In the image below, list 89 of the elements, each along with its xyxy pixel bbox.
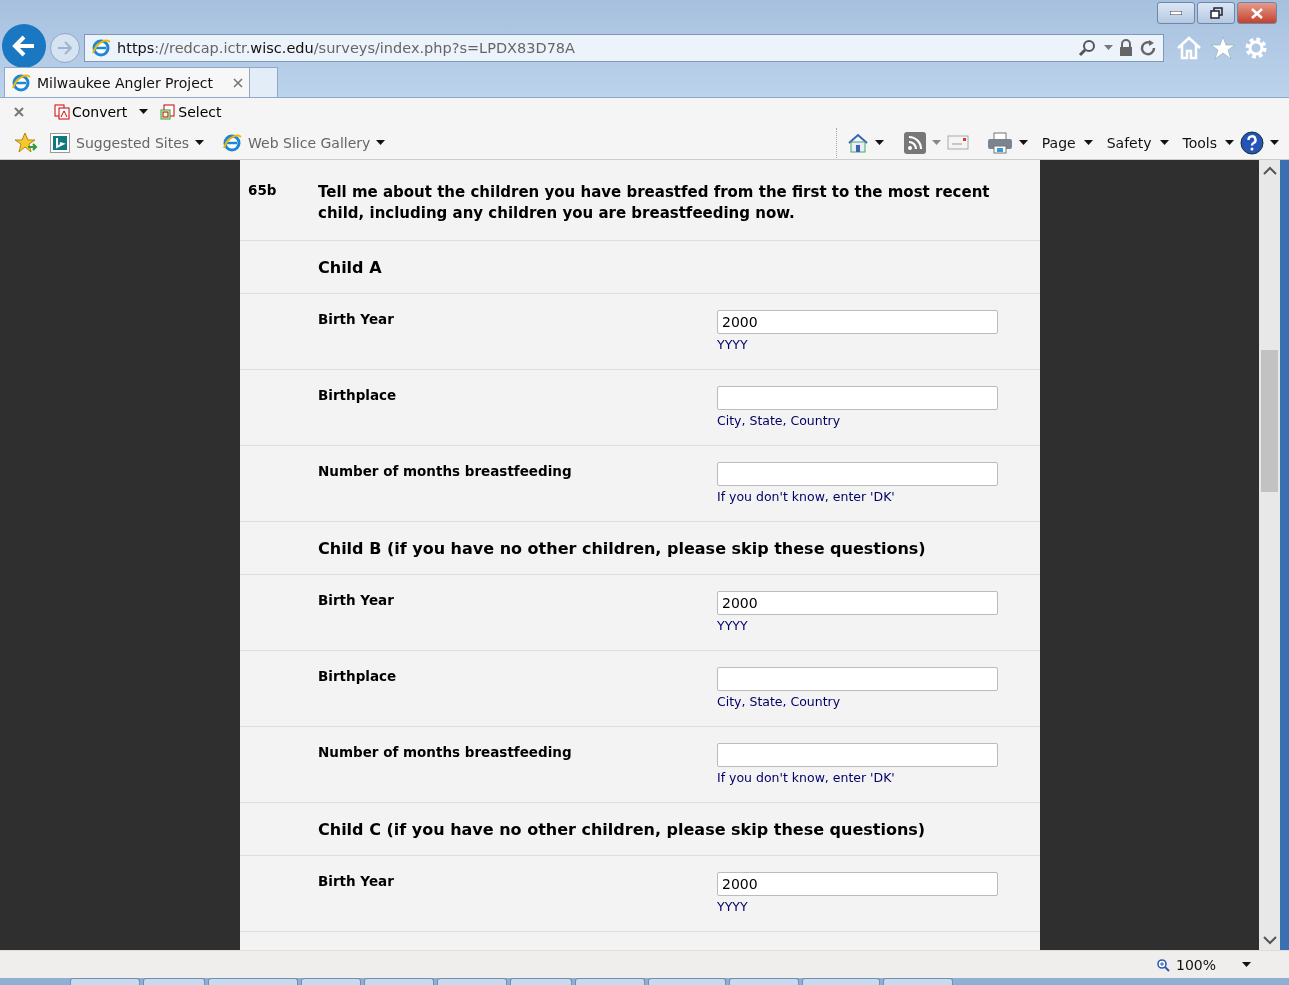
taskbar-button[interactable] <box>648 978 726 985</box>
help-icon[interactable] <box>1240 130 1264 155</box>
minimize-icon <box>1170 11 1182 15</box>
pdf-document-icon <box>54 104 70 120</box>
dropdown-caret-icon[interactable] <box>139 109 149 115</box>
section-heading: Child B (if you have no other children, please skip these questions) <box>318 538 926 558</box>
taskbar-button[interactable] <box>364 978 434 985</box>
dropdown-caret-icon[interactable] <box>1270 139 1279 146</box>
section-heading: Child A <box>318 257 382 277</box>
zoom-level[interactable]: 100% <box>1175 956 1216 973</box>
padlock-icon[interactable] <box>1119 39 1133 57</box>
field-hint: YYYY <box>717 337 749 352</box>
dropdown-caret-icon[interactable] <box>1225 139 1234 146</box>
taskbar-button[interactable] <box>208 978 298 985</box>
address-field[interactable]: https://redcap.ictr.wisc.edu/surveys/index.php?s=LPDX83D78A <box>84 34 1164 62</box>
left-arrow-icon <box>12 35 36 57</box>
dropdown-caret-icon[interactable] <box>376 139 386 146</box>
dropdown-caret-icon[interactable] <box>874 139 884 146</box>
restore-button[interactable] <box>1197 2 1235 24</box>
feed-icon[interactable] <box>903 131 926 154</box>
close-icon[interactable] <box>14 107 24 117</box>
close-icon[interactable] <box>233 77 243 88</box>
back-button[interactable] <box>2 24 46 68</box>
question-number: 65b <box>248 182 278 200</box>
field-hint: If you don't know, enter 'DK' <box>717 489 896 504</box>
field-label: Birth Year <box>318 872 395 891</box>
scrollbar-thumb[interactable] <box>1261 350 1278 492</box>
field-hint: City, State, Country <box>717 694 842 709</box>
dropdown-caret-icon[interactable] <box>1242 961 1251 968</box>
scroll-down-icon[interactable] <box>1262 935 1277 945</box>
field-label: Number of months breastfeeding <box>318 743 573 762</box>
field-label: Number of months breastfeeding <box>318 462 573 481</box>
minimize-button[interactable] <box>1157 2 1195 24</box>
browser-tab[interactable]: Milwaukee Angler Project <box>4 67 250 97</box>
dropdown-caret-icon[interactable] <box>195 139 205 146</box>
convert-button[interactable]: Convert <box>50 104 132 120</box>
close-icon <box>1251 7 1263 19</box>
taskbar-button[interactable] <box>510 978 572 985</box>
taskbar-button[interactable] <box>883 978 953 985</box>
taskbar-button[interactable] <box>729 978 799 985</box>
dropdown-caret-icon[interactable] <box>1018 139 1028 146</box>
text-field[interactable] <box>717 743 998 767</box>
text-field[interactable] <box>717 462 998 486</box>
text-field[interactable]: 2000 <box>717 591 998 615</box>
text-field[interactable] <box>717 386 998 410</box>
printer-icon[interactable] <box>986 131 1013 154</box>
field-hint: YYYY <box>717 899 749 914</box>
text-field[interactable]: 2000 <box>717 872 998 896</box>
toolbar-menu[interactable]: Safety <box>1098 134 1154 151</box>
star-icon[interactable] <box>1210 36 1236 60</box>
home-icon[interactable] <box>846 132 869 153</box>
field-label: Birthplace <box>318 667 398 686</box>
toolbar-menu[interactable]: Page <box>1033 134 1078 151</box>
question-text: Tell me about the children you have breastfed from the first to the most recent child, including any children you are breastfeeding now. <box>318 182 991 224</box>
text-field[interactable]: 2000 <box>717 310 998 334</box>
close-window-button[interactable] <box>1237 2 1277 24</box>
scroll-up-icon[interactable] <box>1262 165 1277 175</box>
toolbar-menu[interactable]: Tools <box>1174 134 1219 151</box>
zoom-icon[interactable] <box>1155 957 1170 972</box>
globe-e-icon <box>91 38 111 58</box>
favorites-link[interactable]: Web Slice Gallery <box>216 132 392 153</box>
field-hint: City, State, Country <box>717 413 842 428</box>
taskbar-button[interactable] <box>802 978 880 985</box>
field-label: Birth Year <box>318 591 395 610</box>
taskbar-button[interactable] <box>575 978 645 985</box>
dropdown-caret-icon[interactable] <box>1083 139 1093 146</box>
section-heading: Child C (if you have no other children, please skip these questions) <box>318 819 926 839</box>
taskbar-button[interactable] <box>143 978 205 985</box>
text-field[interactable] <box>717 667 998 691</box>
refresh-icon[interactable] <box>1139 39 1157 57</box>
field-hint: If you don't know, enter 'DK' <box>717 770 896 785</box>
mail-icon[interactable] <box>946 134 969 151</box>
taskbar-button[interactable] <box>301 978 361 985</box>
taskbar-button[interactable] <box>70 978 140 985</box>
search-icon[interactable] <box>1078 39 1098 57</box>
right-arrow-icon <box>57 41 73 55</box>
field-label: Birthplace <box>318 386 398 405</box>
field-hint: YYYY <box>717 618 749 633</box>
dropdown-caret-icon[interactable] <box>1159 139 1169 146</box>
restore-icon <box>1209 7 1223 19</box>
select-button[interactable]: Select <box>156 104 226 120</box>
favorites-link[interactable]: Suggested Sites <box>44 132 211 153</box>
select-document-icon <box>160 104 177 120</box>
favorites-star-icon[interactable] <box>14 131 38 154</box>
taskbar-button[interactable] <box>437 978 507 985</box>
globe-e-icon <box>11 72 31 93</box>
field-label: Birth Year <box>318 310 395 329</box>
globe-e-icon <box>222 132 243 153</box>
bing-logo-icon <box>50 132 70 153</box>
